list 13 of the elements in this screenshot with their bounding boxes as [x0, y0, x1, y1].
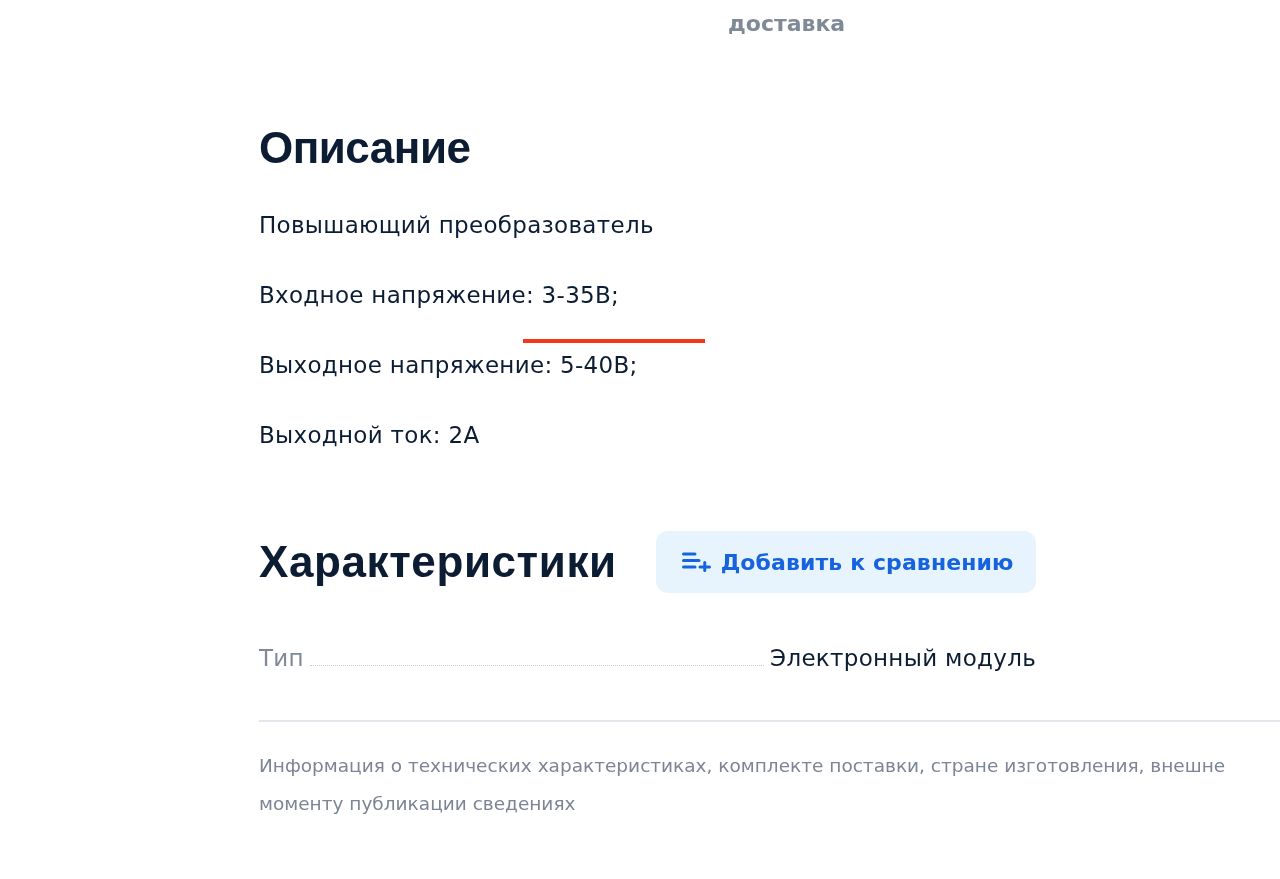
spec-value: Электронный модуль	[770, 644, 1036, 673]
compare-button[interactable]: Добавить к сравнению	[655, 531, 1036, 593]
description-text: Повышающий преобразователь	[259, 211, 654, 240]
delivery-label: доставка	[728, 10, 846, 38]
spec-name: Тип	[259, 644, 304, 673]
description-text: Выходной ток: 2А	[259, 421, 480, 450]
list-plus-icon	[681, 552, 711, 572]
description-text: Входное напряжение: 3-35В;	[259, 281, 620, 310]
disclaimer-text: моменту публикации сведениях	[259, 792, 576, 816]
section-title: Характеристики	[259, 536, 617, 588]
section-title: Описание	[259, 122, 471, 174]
disclaimer-text: Информация о технических характеристиках, комплекте поставки, стране изготовления, внешне	[259, 754, 1226, 778]
description-text: Выходное напряжение: 5-40В;	[259, 351, 638, 380]
